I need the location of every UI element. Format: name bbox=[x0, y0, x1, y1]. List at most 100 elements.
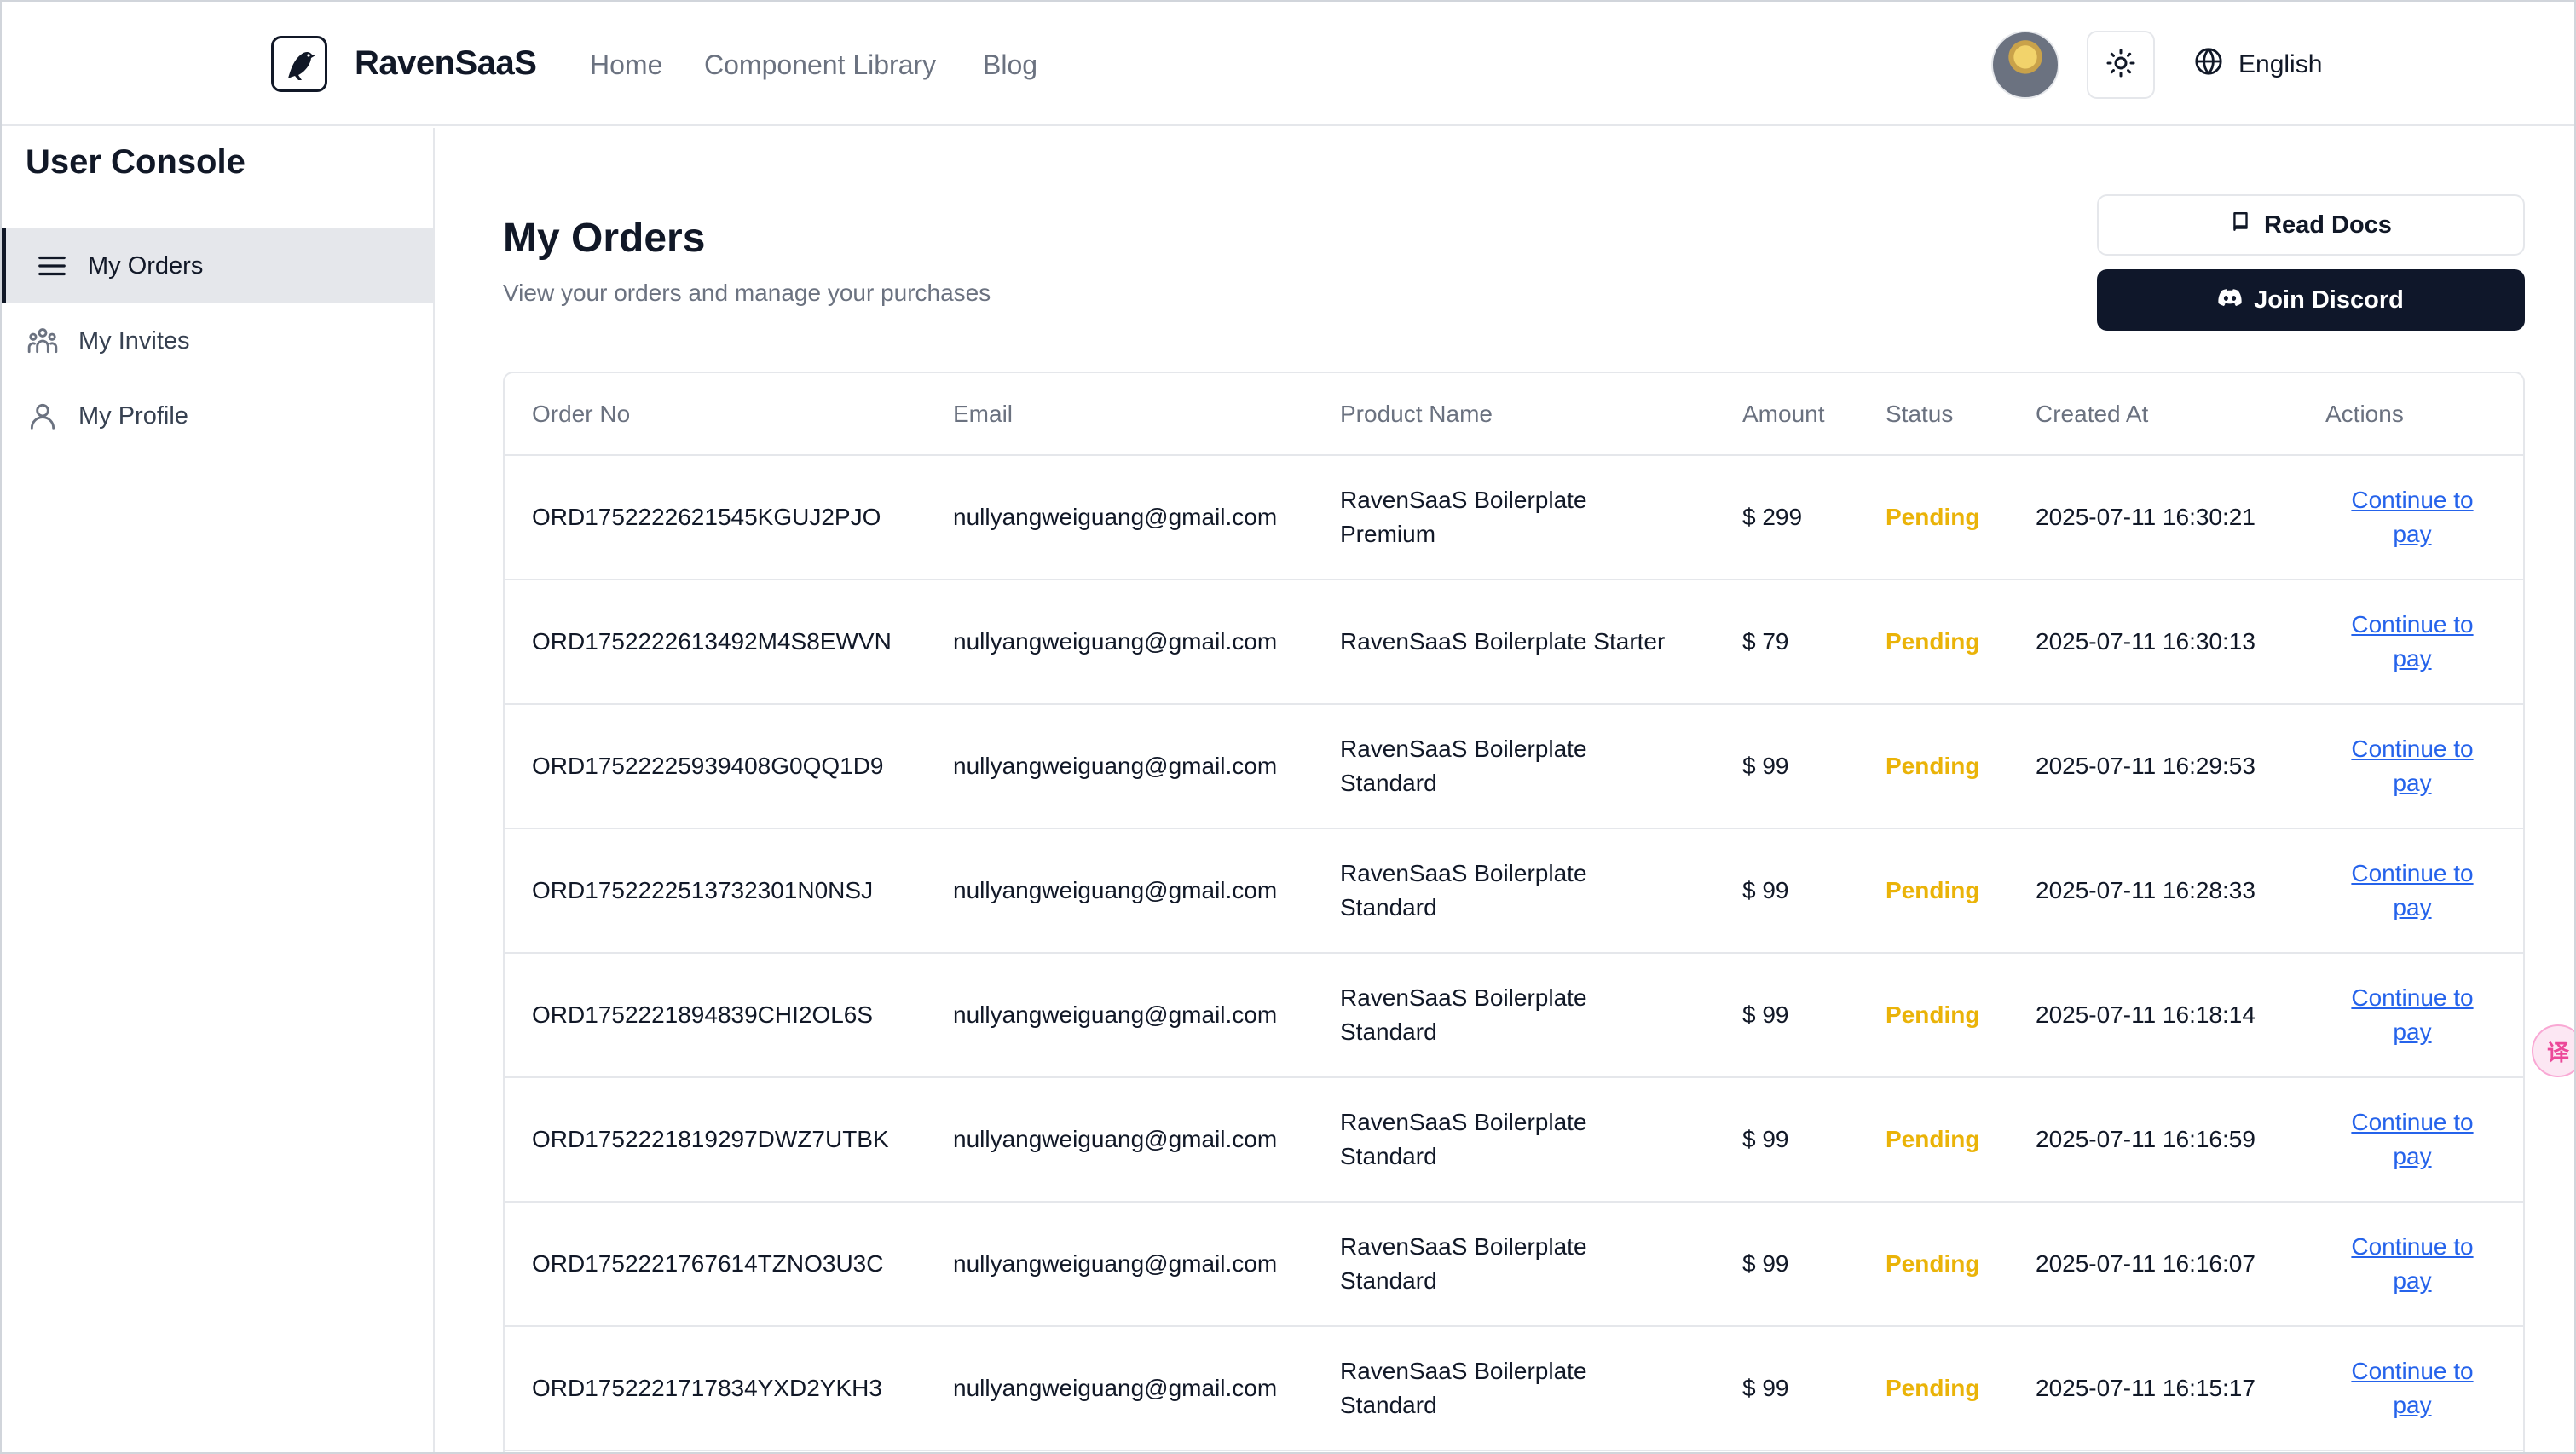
table-row: ORD1752222513732301N0NSJ nullyangweiguang… bbox=[505, 828, 2523, 954]
status-badge: Pending bbox=[1858, 953, 2008, 1078]
read-docs-button[interactable]: Read Docs bbox=[2097, 194, 2525, 256]
nav-blog[interactable]: Blog bbox=[983, 49, 1037, 81]
continue-to-pay-link[interactable]: Continue to pay bbox=[2351, 487, 2473, 547]
column-header: Created At bbox=[2008, 373, 2298, 456]
link-line: pay bbox=[2393, 1143, 2432, 1169]
amount-cell: $ 99 bbox=[1715, 704, 1858, 829]
book-icon bbox=[2230, 211, 2252, 239]
link-line: pay bbox=[2393, 1018, 2432, 1045]
status-badge: Pending bbox=[1858, 828, 2008, 954]
email-cell: nullyangweiguang@gmail.com bbox=[926, 953, 1313, 1078]
menu-lines-icon bbox=[32, 245, 72, 286]
avatar[interactable] bbox=[1991, 31, 2059, 99]
status-badge: Pending bbox=[1858, 455, 2008, 580]
email-cell: nullyangweiguang@gmail.com bbox=[926, 704, 1313, 829]
amount-cell: $ 299 bbox=[1715, 455, 1858, 580]
table-row: ORD1752222621545KGUJ2PJO nullyangweiguang… bbox=[505, 455, 2523, 580]
product-name-cell: RavenSaaS Boilerplate Starter bbox=[1313, 580, 1715, 705]
continue-to-pay-link[interactable]: Continue to pay bbox=[2351, 1358, 2473, 1418]
order-no-cell: ORD1752222621545KGUJ2PJO bbox=[505, 455, 926, 580]
product-name-line: Premium bbox=[1340, 521, 1436, 547]
language-selector[interactable]: English bbox=[2194, 46, 2322, 84]
product-name-line: RavenSaaS Boilerplate bbox=[1340, 736, 1587, 762]
join-discord-button[interactable]: Join Discord bbox=[2097, 269, 2525, 331]
column-header: Status bbox=[1858, 373, 2008, 456]
email-cell: nullyangweiguang@gmail.com bbox=[926, 1326, 1313, 1451]
brand-name[interactable]: RavenSaaS bbox=[355, 44, 537, 83]
created-at-cell: 2025-07-11 16:16:07 bbox=[2008, 1202, 2298, 1327]
email-cell: nullyangweiguang@gmail.com bbox=[926, 580, 1313, 705]
link-line: Continue to bbox=[2351, 1358, 2474, 1384]
link-line: Continue to bbox=[2351, 1233, 2474, 1260]
created-at-cell: 2025-07-11 16:18:14 bbox=[2008, 953, 2298, 1078]
actions-cell: Continue to pay bbox=[2298, 455, 2523, 580]
app-window: RavenSaaS Home Component Library Blog En… bbox=[0, 0, 2576, 1454]
orders-table-card: Order No Email Product Name Amount Statu… bbox=[503, 372, 2525, 1452]
product-name-line: RavenSaaS Boilerplate Starter bbox=[1340, 628, 1666, 655]
continue-to-pay-link[interactable]: Continue to pay bbox=[2351, 1109, 2473, 1169]
sidebar-title: User Console bbox=[26, 143, 245, 181]
continue-to-pay-link[interactable]: Continue to pay bbox=[2351, 1233, 2473, 1294]
sidebar-item-label: My Profile bbox=[78, 401, 188, 430]
email-cell: nullyangweiguang@gmail.com bbox=[926, 1077, 1313, 1203]
sidebar-item-my-invites[interactable]: My Invites bbox=[2, 303, 433, 378]
product-name-line: Standard bbox=[1340, 770, 1437, 796]
order-no-cell: ORD1752221767614TZNO3U3C bbox=[505, 1202, 926, 1327]
product-name-cell: RavenSaaS Boilerplate Standard bbox=[1313, 704, 1715, 829]
product-name-line: RavenSaaS Boilerplate bbox=[1340, 984, 1587, 1011]
read-docs-label: Read Docs bbox=[2264, 211, 2392, 239]
continue-to-pay-link[interactable]: Continue to pay bbox=[2351, 860, 2473, 920]
raven-logo-icon[interactable] bbox=[271, 36, 327, 92]
created-at-cell: 2025-07-11 16:30:21 bbox=[2008, 455, 2298, 580]
table-row: ORD1752221819297DWZ7UTBK nullyangweiguang… bbox=[505, 1077, 2523, 1203]
sidebar-item-label: My Orders bbox=[88, 251, 204, 280]
order-no-cell: ORD1752221819297DWZ7UTBK bbox=[505, 1077, 926, 1203]
join-discord-label: Join Discord bbox=[2254, 286, 2404, 314]
link-line: Continue to bbox=[2351, 611, 2474, 638]
email-cell: nullyangweiguang@gmail.com bbox=[926, 1202, 1313, 1327]
email-cell: nullyangweiguang@gmail.com bbox=[926, 828, 1313, 954]
order-no-cell: ORD1752221894839CHI2OL6S bbox=[505, 953, 926, 1078]
sidebar-item-label: My Invites bbox=[78, 326, 190, 355]
amount-cell: $ 99 bbox=[1715, 1326, 1858, 1451]
sidebar-item-my-orders[interactable]: My Orders bbox=[2, 228, 433, 303]
continue-to-pay-link[interactable]: Continue to pay bbox=[2351, 736, 2473, 796]
sidebar-item-my-profile[interactable]: My Profile bbox=[2, 378, 433, 453]
created-at-cell: 2025-07-11 16:15:17 bbox=[2008, 1326, 2298, 1451]
discord-icon bbox=[2218, 286, 2242, 314]
column-header: Order No bbox=[505, 373, 926, 456]
theme-toggle-button[interactable] bbox=[2087, 31, 2155, 99]
nav-home[interactable]: Home bbox=[590, 49, 662, 81]
amount-cell: $ 99 bbox=[1715, 1077, 1858, 1203]
continue-to-pay-link[interactable]: Continue to pay bbox=[2351, 611, 2473, 672]
nav-component-library[interactable]: Component Library bbox=[704, 49, 936, 81]
amount-cell: $ 99 bbox=[1715, 828, 1858, 954]
amount-cell: $ 99 bbox=[1715, 1202, 1858, 1327]
sidebar: User Console My Orders My Invites My Pro… bbox=[2, 128, 435, 1452]
top-header: RavenSaaS Home Component Library Blog En… bbox=[2, 2, 2574, 126]
status-badge: Pending bbox=[1858, 1202, 2008, 1327]
link-line: pay bbox=[2393, 1267, 2432, 1294]
created-at-cell: 2025-07-11 16:28:33 bbox=[2008, 828, 2298, 954]
product-name-cell: RavenSaaS Boilerplate Standard bbox=[1313, 1326, 1715, 1451]
continue-to-pay-link[interactable]: Continue to pay bbox=[2351, 984, 2473, 1045]
translate-icon[interactable]: 译 bbox=[2532, 1024, 2574, 1077]
product-name-cell: RavenSaaS Boilerplate Standard bbox=[1313, 1077, 1715, 1203]
page-subtitle: View your orders and manage your purchas… bbox=[503, 280, 991, 306]
created-at-cell: 2025-07-11 16:30:13 bbox=[2008, 580, 2298, 705]
users-icon bbox=[22, 320, 63, 361]
product-name-line: RavenSaaS Boilerplate bbox=[1340, 1358, 1587, 1384]
product-name-line: RavenSaaS Boilerplate bbox=[1340, 860, 1587, 886]
table-row: ORD1752221717834YXD2YKH3 nullyangweiguang… bbox=[505, 1326, 2523, 1451]
page-title: My Orders bbox=[503, 216, 706, 261]
link-line: Continue to bbox=[2351, 736, 2474, 762]
actions-cell: Continue to pay bbox=[2298, 1077, 2523, 1203]
product-name-line: Standard bbox=[1340, 1267, 1437, 1294]
column-header: Product Name bbox=[1313, 373, 1715, 456]
link-line: pay bbox=[2393, 894, 2432, 920]
link-line: Continue to bbox=[2351, 860, 2474, 886]
column-header: Amount bbox=[1715, 373, 1858, 456]
order-no-cell: ORD1752222513732301N0NSJ bbox=[505, 828, 926, 954]
email-cell: nullyangweiguang@gmail.com bbox=[926, 455, 1313, 580]
product-name-line: Standard bbox=[1340, 894, 1437, 920]
